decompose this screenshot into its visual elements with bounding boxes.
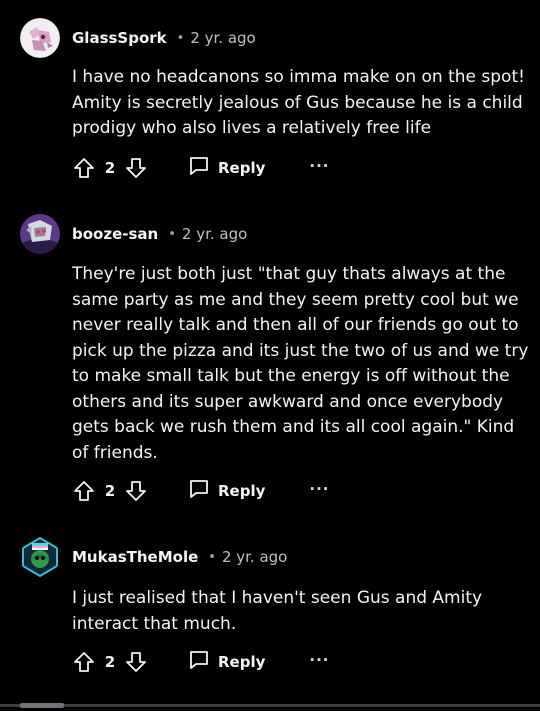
timestamp[interactable]: 2 yr. ago [182,225,247,243]
author-name[interactable]: MukasTheMole [72,548,198,566]
upvote-arrow-icon[interactable] [72,650,96,674]
comment-actions: 2 Reply ··· [72,477,330,505]
reply-button[interactable]: Reply [188,155,265,181]
comment-body: They're just both just "that guy thats a… [72,264,529,463]
bottom-divider [0,704,540,707]
meta-separator: • [168,226,176,242]
timestamp[interactable]: 2 yr. ago [222,548,287,566]
comment-header: booze-san • 2 yr. ago [20,214,247,254]
upvote-arrow-icon[interactable] [72,156,96,180]
reply-label: Reply [218,653,266,671]
more-options-button[interactable]: ··· [309,652,329,672]
more-options-button[interactable]: ··· [309,158,329,178]
vote-count: 2 [104,482,116,500]
speech-bubble-icon [188,478,210,504]
vote-count: 2 [104,653,116,671]
scroll-indicator [20,703,64,708]
downvote-arrow-icon[interactable] [124,156,148,180]
comment-actions: 2 Reply ··· [72,648,330,676]
timestamp[interactable]: 2 yr. ago [190,29,255,47]
avatar[interactable] [20,214,60,254]
more-options-button[interactable]: ··· [309,481,329,501]
downvote-arrow-icon[interactable] [124,650,148,674]
author-name[interactable]: GlassSpork [72,29,167,47]
author-name[interactable]: booze-san [72,225,158,243]
comment-header: MukasTheMole • 2 yr. ago [20,537,287,577]
avatar[interactable] [20,537,60,577]
comment-body: I just realised that I haven't seen Gus … [72,588,483,634]
reply-label: Reply [218,159,266,177]
comment-actions: 2 Reply ··· [72,154,330,182]
comment-header: GlassSpork • 2 yr. ago [20,18,256,58]
reply-button[interactable]: Reply [188,478,265,504]
upvote-arrow-icon[interactable] [72,479,96,503]
speech-bubble-icon [188,649,210,675]
reply-label: Reply [218,482,266,500]
downvote-arrow-icon[interactable] [124,479,148,503]
meta-separator: • [208,549,216,565]
reply-button[interactable]: Reply [188,649,265,675]
comment-body: I have no headcanons so imma make on on … [72,67,525,138]
speech-bubble-icon [188,155,210,181]
avatar[interactable] [20,18,60,58]
vote-count: 2 [104,159,116,177]
meta-separator: • [176,30,185,46]
